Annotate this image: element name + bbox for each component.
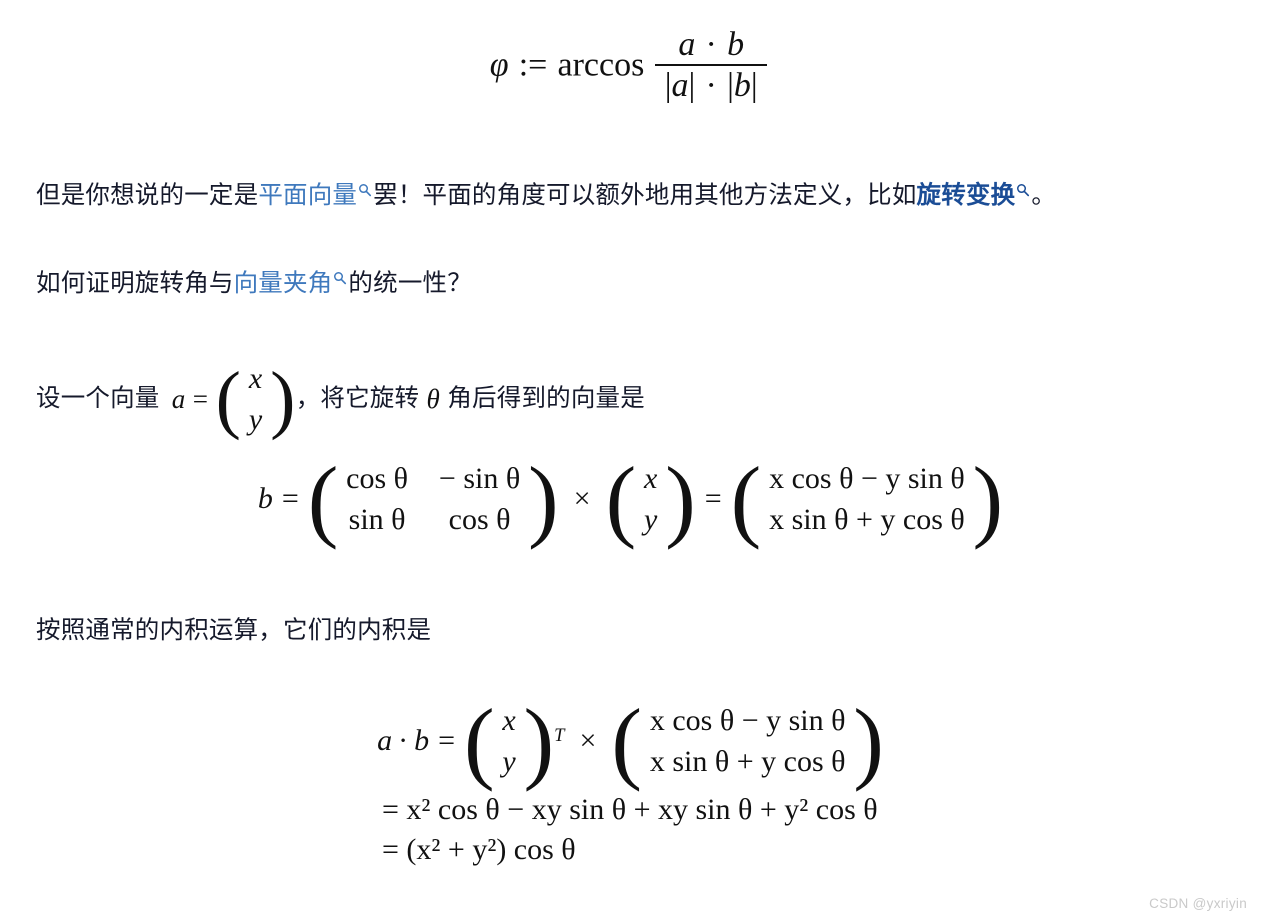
link-plane-vector[interactable]: 平面向量 — [258, 182, 357, 209]
formula-3-dot: · — [398, 724, 409, 758]
formula-2-math: b =(cos θ − sin θ sin θ cos θ) ×(x y) =(x cos θ… — [257, 448, 1004, 551]
formula-2-vector-cells: xy — [636, 458, 665, 541]
paragraph-1-text-part-2: 罢！平面的角度可以额外地用其他方法定义，比如 — [373, 182, 917, 209]
formula-2-times: × — [573, 482, 591, 516]
paren-right: ) — [665, 448, 696, 551]
numerator-dot: · — [705, 25, 717, 63]
vector-x: x — [502, 704, 516, 737]
result-row-1: x cos θ − y sin θ — [769, 462, 965, 495]
paragraph-unify-question: 如何证明旋转角与向量夹角 的统一性？ — [36, 266, 472, 303]
paren-right: ) — [270, 356, 296, 441]
paragraph-1-text-part-1: 但是你想说的一定是 — [36, 182, 259, 209]
denominator-dot: · — [705, 66, 717, 104]
result-row-2: x sin θ + y cos θ — [769, 503, 965, 537]
vector-y: y — [502, 745, 516, 779]
paren-right: ) — [853, 690, 884, 793]
assign-operator: := — [518, 46, 548, 84]
abs-b-open: | — [727, 66, 734, 104]
link-rotation-transform-label: 旋转变换 — [916, 182, 1016, 209]
inline-theta: θ — [426, 384, 440, 415]
inline-vector-a: a — [171, 384, 186, 415]
abs-b-close: | — [750, 66, 758, 104]
phi-symbol: φ — [489, 46, 509, 84]
paragraph-4-text: 按照通常的内积运算，它们的内积是 — [36, 617, 432, 644]
fraction-denominator: |a| · |b| — [655, 63, 768, 104]
paren-right: ) — [523, 690, 555, 793]
formula-3-times: × — [579, 724, 597, 758]
dot-product-fraction: a · b |a| · |b| — [655, 25, 768, 104]
paragraph-3-text-part-1: 设一个向量 — [36, 385, 160, 413]
formula-2-b: b — [257, 482, 273, 516]
inline-column-vector-xy: (x y) — [216, 358, 296, 441]
formula-3-a: a — [377, 724, 393, 758]
matrix-r1c1: cos θ — [346, 462, 409, 495]
arccos-function: arccos — [557, 46, 645, 84]
paren-left: ( — [605, 448, 637, 551]
paragraph-2-text-part-1: 如何证明旋转角与 — [36, 270, 234, 297]
paren-left: ( — [611, 690, 643, 793]
paragraph-define-vector: 设一个向量 a =(x y) ，将它旋转 θ 角后得到的向量是 — [36, 358, 645, 441]
paren-left: ( — [307, 448, 339, 551]
rotation-matrix: (cos θ − sin θ sin θ cos θ) — [307, 448, 559, 551]
link-vector-angle-label: 向量夹角 — [233, 270, 333, 297]
rotated-row-1: x cos θ − y sin θ — [649, 704, 846, 737]
vector-x: x — [248, 362, 263, 395]
paragraph-3-text-part-3: 角后得到的向量是 — [447, 385, 645, 413]
link-vector-angle[interactable]: 向量夹角 — [234, 270, 333, 297]
paragraph-plane-vector: 但是你想说的一定是平面向量 罢！平面的角度可以额外地用其他方法定义，比如旋转变换。 — [36, 178, 1056, 215]
link-plane-vector-label: 平面向量 — [258, 182, 358, 209]
paragraph-3-text-part-2: ，将它旋转 — [295, 385, 420, 413]
matrix-r2c1: sin θ — [348, 503, 406, 537]
paren-left: ( — [730, 448, 762, 551]
formula-3-line-1: a · b =(x y) T ×(x cos θ − y sin θx sin θ + y … — [377, 690, 884, 793]
formula-angle-definition: φ:= arccos a · b |a| · |b| — [0, 25, 1261, 105]
formula-2-equals-2: = — [704, 482, 722, 516]
formula-3-b: b — [414, 724, 430, 758]
search-icon[interactable] — [333, 271, 347, 285]
formula-rotation-matrix: b =(cos θ − sin θ sin θ cos θ) ×(x y) =(x cos θ… — [0, 448, 1261, 551]
vector-cells: xy — [241, 358, 270, 441]
link-rotation-transform[interactable]: 旋转变换 — [917, 182, 1016, 209]
vector-y: y — [248, 403, 263, 437]
denominator-b: b — [733, 66, 751, 104]
numerator-a: a — [678, 25, 696, 63]
formula-3-rotated-vector: (x cos θ − y sin θ x sin θ + y cos θ) — [611, 690, 884, 793]
paragraph-1-text-part-3: 。 — [1031, 182, 1057, 209]
formula-2-result-cells: x cos θ − y sin θ x sin θ + y cos θ — [761, 458, 972, 541]
formula-inner-product: a · b =(x y) T ×(x cos θ − y sin θx sin θ + y … — [0, 690, 1261, 866]
paragraph-inner-product-intro: 按照通常的内积运算，它们的内积是 — [36, 613, 431, 650]
formula-3-vector-cells: xy — [495, 700, 524, 783]
abs-a-open: | — [664, 66, 672, 104]
matrix-r2c2: cos θ — [448, 503, 511, 537]
paren-left: ( — [463, 690, 495, 793]
formula-3-rotated-cells: x cos θ − y sin θ x sin θ + y cos θ — [642, 700, 853, 783]
formula-2-equals-1: = — [281, 482, 299, 516]
fraction-numerator: a · b — [669, 25, 754, 64]
formula-1-math: φ:= arccos a · b |a| · |b| — [489, 25, 772, 105]
search-icon[interactable] — [1016, 183, 1030, 197]
rotation-matrix-cells: cos θ − sin θ sin θ cos θ — [338, 458, 528, 541]
inline-equals: = — [192, 384, 209, 415]
rotated-row-2: x sin θ + y cos θ — [649, 745, 846, 779]
formula-3-column-vector: (x y) — [463, 690, 555, 793]
paren-right: ) — [528, 448, 559, 551]
abs-a-close: | — [688, 66, 696, 104]
denominator-a: a — [671, 66, 689, 104]
paragraph-2-text-part-2: 的统一性？ — [348, 270, 472, 297]
csdn-watermark: CSDN @yxriyin — [1149, 896, 1247, 911]
formula-2-result-vector: (x cos θ − y sin θ x sin θ + y cos θ) — [730, 448, 1004, 551]
vector-y: y — [643, 503, 658, 537]
formula-3-equals: = — [438, 724, 455, 758]
article-page: φ:= arccos a · b |a| · |b| 但是你想说的一定是平面向量 罢！平面的角度… — [0, 0, 1261, 919]
paren-left: ( — [215, 356, 242, 441]
search-icon[interactable] — [358, 183, 372, 197]
formula-3-line-3: = (x² + y²) cos θ — [382, 832, 576, 866]
numerator-b: b — [727, 25, 745, 63]
transpose-superscript: T — [554, 724, 565, 746]
vector-x: x — [643, 462, 658, 495]
matrix-r1c2: − sin θ — [438, 462, 521, 495]
formula-3-line-2: = x² cos θ − xy sin θ + xy sin θ + y² co… — [382, 792, 878, 826]
formula-2-column-vector: (x y) — [605, 448, 696, 551]
paren-right: ) — [972, 448, 1004, 551]
